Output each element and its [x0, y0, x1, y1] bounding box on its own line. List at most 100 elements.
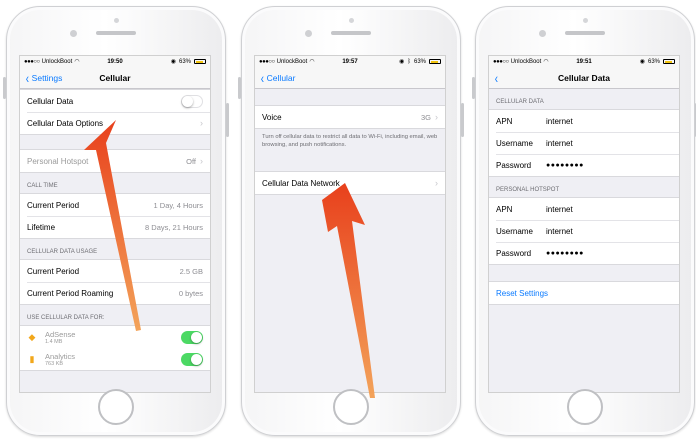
home-button[interactable] [333, 389, 369, 425]
reset-group: Reset Settings [489, 281, 679, 305]
back-button[interactable]: ‹ Cellular [260, 71, 296, 85]
apn-field[interactable]: APN internet [489, 110, 679, 132]
nav-bar: ‹ Cellular [255, 67, 445, 89]
chevron-right-icon: › [435, 112, 438, 122]
call-time-current-row: Current Period 1 Day, 4 Hours [20, 194, 210, 216]
sensor [349, 18, 354, 23]
hotspot-apn-field[interactable]: APN internet [489, 198, 679, 220]
voice-row[interactable]: Voice 3G › [255, 106, 445, 128]
field-label: Password [496, 248, 532, 258]
voice-group: Voice 3G › [255, 105, 445, 129]
analytics-toggle[interactable] [181, 352, 203, 366]
status-bar: ●●●○○ UnlockBoot ◠ 19:57 ◉ ᛒ 63% [255, 56, 445, 67]
back-label: Cellular [266, 72, 296, 83]
app-size: 763 KB [45, 360, 64, 367]
reset-settings-label: Reset Settings [496, 288, 549, 298]
clock: 19:51 [576, 58, 592, 65]
chevron-right-icon: › [200, 156, 203, 166]
app-list-group: ◆ AdSense 1.4 MB ▮ Analytics 763 KB [20, 325, 210, 371]
field-value: internet [546, 226, 573, 236]
section-header: USE CELLULAR DATA FOR: [27, 315, 105, 321]
password-field[interactable]: Password ●●●●●●●● [489, 154, 679, 176]
usage-roaming-row: Current Period Roaming 0 bytes [20, 282, 210, 304]
earpiece-speaker [96, 31, 136, 35]
row-label: Cellular Data Network [262, 178, 340, 188]
chevron-right-icon: › [200, 118, 203, 128]
home-button[interactable] [567, 389, 603, 425]
field-value: internet [546, 204, 573, 214]
row-label: Current Period Roaming [27, 288, 114, 298]
section-header: CELLULAR DATA USAGE [27, 249, 98, 255]
field-label: Username [496, 138, 533, 148]
network-group: Cellular Data Network › [255, 171, 445, 195]
back-button[interactable]: ‹ Settings [25, 71, 63, 85]
chevron-right-icon: › [435, 178, 438, 188]
footer-note: Turn off cellular data to restrict all d… [262, 134, 438, 148]
front-camera [305, 30, 312, 37]
row-value: 2.5 GB [179, 266, 203, 276]
reset-settings-button[interactable]: Reset Settings [489, 282, 679, 304]
field-label: APN [496, 204, 513, 214]
row-label: Current Period [27, 266, 80, 276]
field-value: ●●●●●●●● [546, 249, 584, 257]
row-value: 0 bytes [178, 288, 203, 298]
field-value: internet [546, 138, 573, 148]
hotspot-group: Personal Hotspot Off › [20, 149, 210, 173]
earpiece-speaker [331, 31, 371, 35]
sensor [114, 18, 119, 23]
row-value: 8 Days, 21 Hours [145, 222, 203, 232]
battery-icon [429, 59, 441, 64]
app-name: Analytics [45, 351, 76, 361]
row-label: Lifetime [27, 222, 56, 232]
chevron-left-icon: ‹ [494, 69, 498, 86]
back-button[interactable]: ‹ [494, 69, 499, 86]
app-row-adsense: ◆ AdSense 1.4 MB [20, 326, 210, 348]
cellular-data-network-row[interactable]: Cellular Data Network › [255, 172, 445, 194]
call-time-lifetime-row: Lifetime 8 Days, 21 Hours [20, 216, 210, 238]
field-value: ●●●●●●●● [546, 161, 584, 169]
row-value: 3G [420, 112, 431, 122]
field-label: Username [496, 226, 533, 236]
hotspot-fields: APN internet Username internet Password ●●●… [489, 197, 679, 265]
app-row-analytics: ▮ Analytics 763 KB [20, 348, 210, 370]
row-label: Cellular Data Options [27, 118, 104, 128]
status-bar: ●●●○○ UnlockBoot ◠ 19:50 ◉ 63% [20, 56, 210, 67]
screen-cellular-data-options: ●●●○○ UnlockBoot ◠ 19:57 ◉ ᛒ 63% ‹ Cellular V… [254, 55, 446, 393]
battery-icon [663, 59, 675, 64]
cellular-data-row: Cellular Data [20, 90, 210, 112]
field-label: Password [496, 160, 532, 170]
app-size: 1.4 MB [45, 338, 63, 345]
cellular-data-toggle[interactable] [181, 94, 203, 108]
battery-icon [194, 59, 206, 64]
home-button[interactable] [98, 389, 134, 425]
clock: 19:50 [107, 58, 123, 65]
front-camera [70, 30, 77, 37]
cellular-data-options-row[interactable]: Cellular Data Options › [20, 112, 210, 134]
field-value: internet [546, 116, 573, 126]
sensor [583, 18, 588, 23]
row-label: Current Period [27, 200, 80, 210]
personal-hotspot-row[interactable]: Personal Hotspot Off › [20, 150, 210, 172]
hotspot-password-field[interactable]: Password ●●●●●●●● [489, 242, 679, 264]
username-field[interactable]: Username internet [489, 132, 679, 154]
usage-current-row: Current Period 2.5 GB [20, 260, 210, 282]
section-header: PERSONAL HOTSPOT [496, 187, 560, 193]
hotspot-username-field[interactable]: Username internet [489, 220, 679, 242]
back-label: Settings [31, 72, 63, 83]
analytics-icon: ▮ [29, 354, 35, 364]
row-label: Personal Hotspot [27, 156, 89, 166]
adsense-toggle[interactable] [181, 330, 203, 344]
clock: 19:57 [342, 58, 358, 65]
call-time-group: Current Period 1 Day, 4 Hours Lifetime 8… [20, 193, 210, 239]
screen-cellular: ●●●○○ UnlockBoot ◠ 19:50 ◉ 63% ‹ Settings Ce… [19, 55, 211, 393]
section-header: CALL TIME [27, 183, 58, 189]
nav-bar: ‹ Settings Cellular [20, 67, 210, 89]
adsense-icon: ◆ [28, 332, 36, 342]
phone-frame-3: ●●●○○ UnlockBoot ◠ 19:51 ◉ 63% ‹ Cellular D… [472, 6, 696, 436]
earpiece-speaker [565, 31, 605, 35]
field-label: APN [496, 116, 513, 126]
row-label: Cellular Data [27, 96, 74, 106]
screen-cellular-data-network: ●●●○○ UnlockBoot ◠ 19:51 ◉ 63% ‹ Cellular D… [488, 55, 680, 393]
phone-frame-1: ●●●○○ UnlockBoot ◠ 19:50 ◉ 63% ‹ Settings Ce… [3, 6, 229, 436]
row-label: Voice [262, 112, 282, 122]
